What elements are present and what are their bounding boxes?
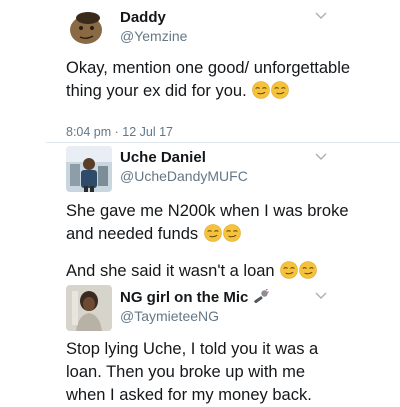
chevron-down-icon[interactable] xyxy=(315,152,327,162)
tweet-text-content: Okay, mention one good/ unforgettable th… xyxy=(66,59,351,100)
tweet-text: Okay, mention one good/ unforgettable th… xyxy=(66,57,366,103)
smirk-emoji-icon xyxy=(203,224,222,242)
smirk-emoji-icon xyxy=(222,224,241,242)
smirk-emoji-icon xyxy=(271,81,290,99)
smirk-emoji-icon xyxy=(299,261,318,279)
username-handle[interactable]: @Yemzine xyxy=(120,28,187,44)
tweet-text-content-2: And she said it wasn't a loan xyxy=(66,262,275,280)
display-name[interactable]: NG girl on the Mic xyxy=(120,289,269,306)
tweet-text-second-line: And she said it wasn't a loan xyxy=(66,260,376,283)
display-name[interactable]: Uche Daniel xyxy=(120,149,206,166)
avatar[interactable] xyxy=(66,285,112,331)
display-name-text: NG girl on the Mic xyxy=(120,289,249,306)
divider xyxy=(46,142,400,143)
microphone-icon xyxy=(253,289,269,303)
tweet-text: She gave me N200k when I was broke and n… xyxy=(66,200,366,246)
username-handle[interactable]: @TaymieteeNG xyxy=(120,308,219,324)
tweet-text: Stop lying Uche, I told you it was a loa… xyxy=(66,340,319,404)
timestamp[interactable]: 8:04 pm · 12 Jul 17 xyxy=(66,125,173,139)
avatar[interactable] xyxy=(66,4,112,50)
smirk-emoji-icon xyxy=(252,81,271,99)
username-handle[interactable]: @UcheDandyMUFC xyxy=(120,168,248,184)
chevron-down-icon[interactable] xyxy=(315,11,327,21)
display-name[interactable]: Daddy xyxy=(120,9,166,26)
smirk-emoji-icon xyxy=(280,261,299,279)
chevron-down-icon[interactable] xyxy=(315,291,327,301)
avatar[interactable] xyxy=(66,146,112,192)
